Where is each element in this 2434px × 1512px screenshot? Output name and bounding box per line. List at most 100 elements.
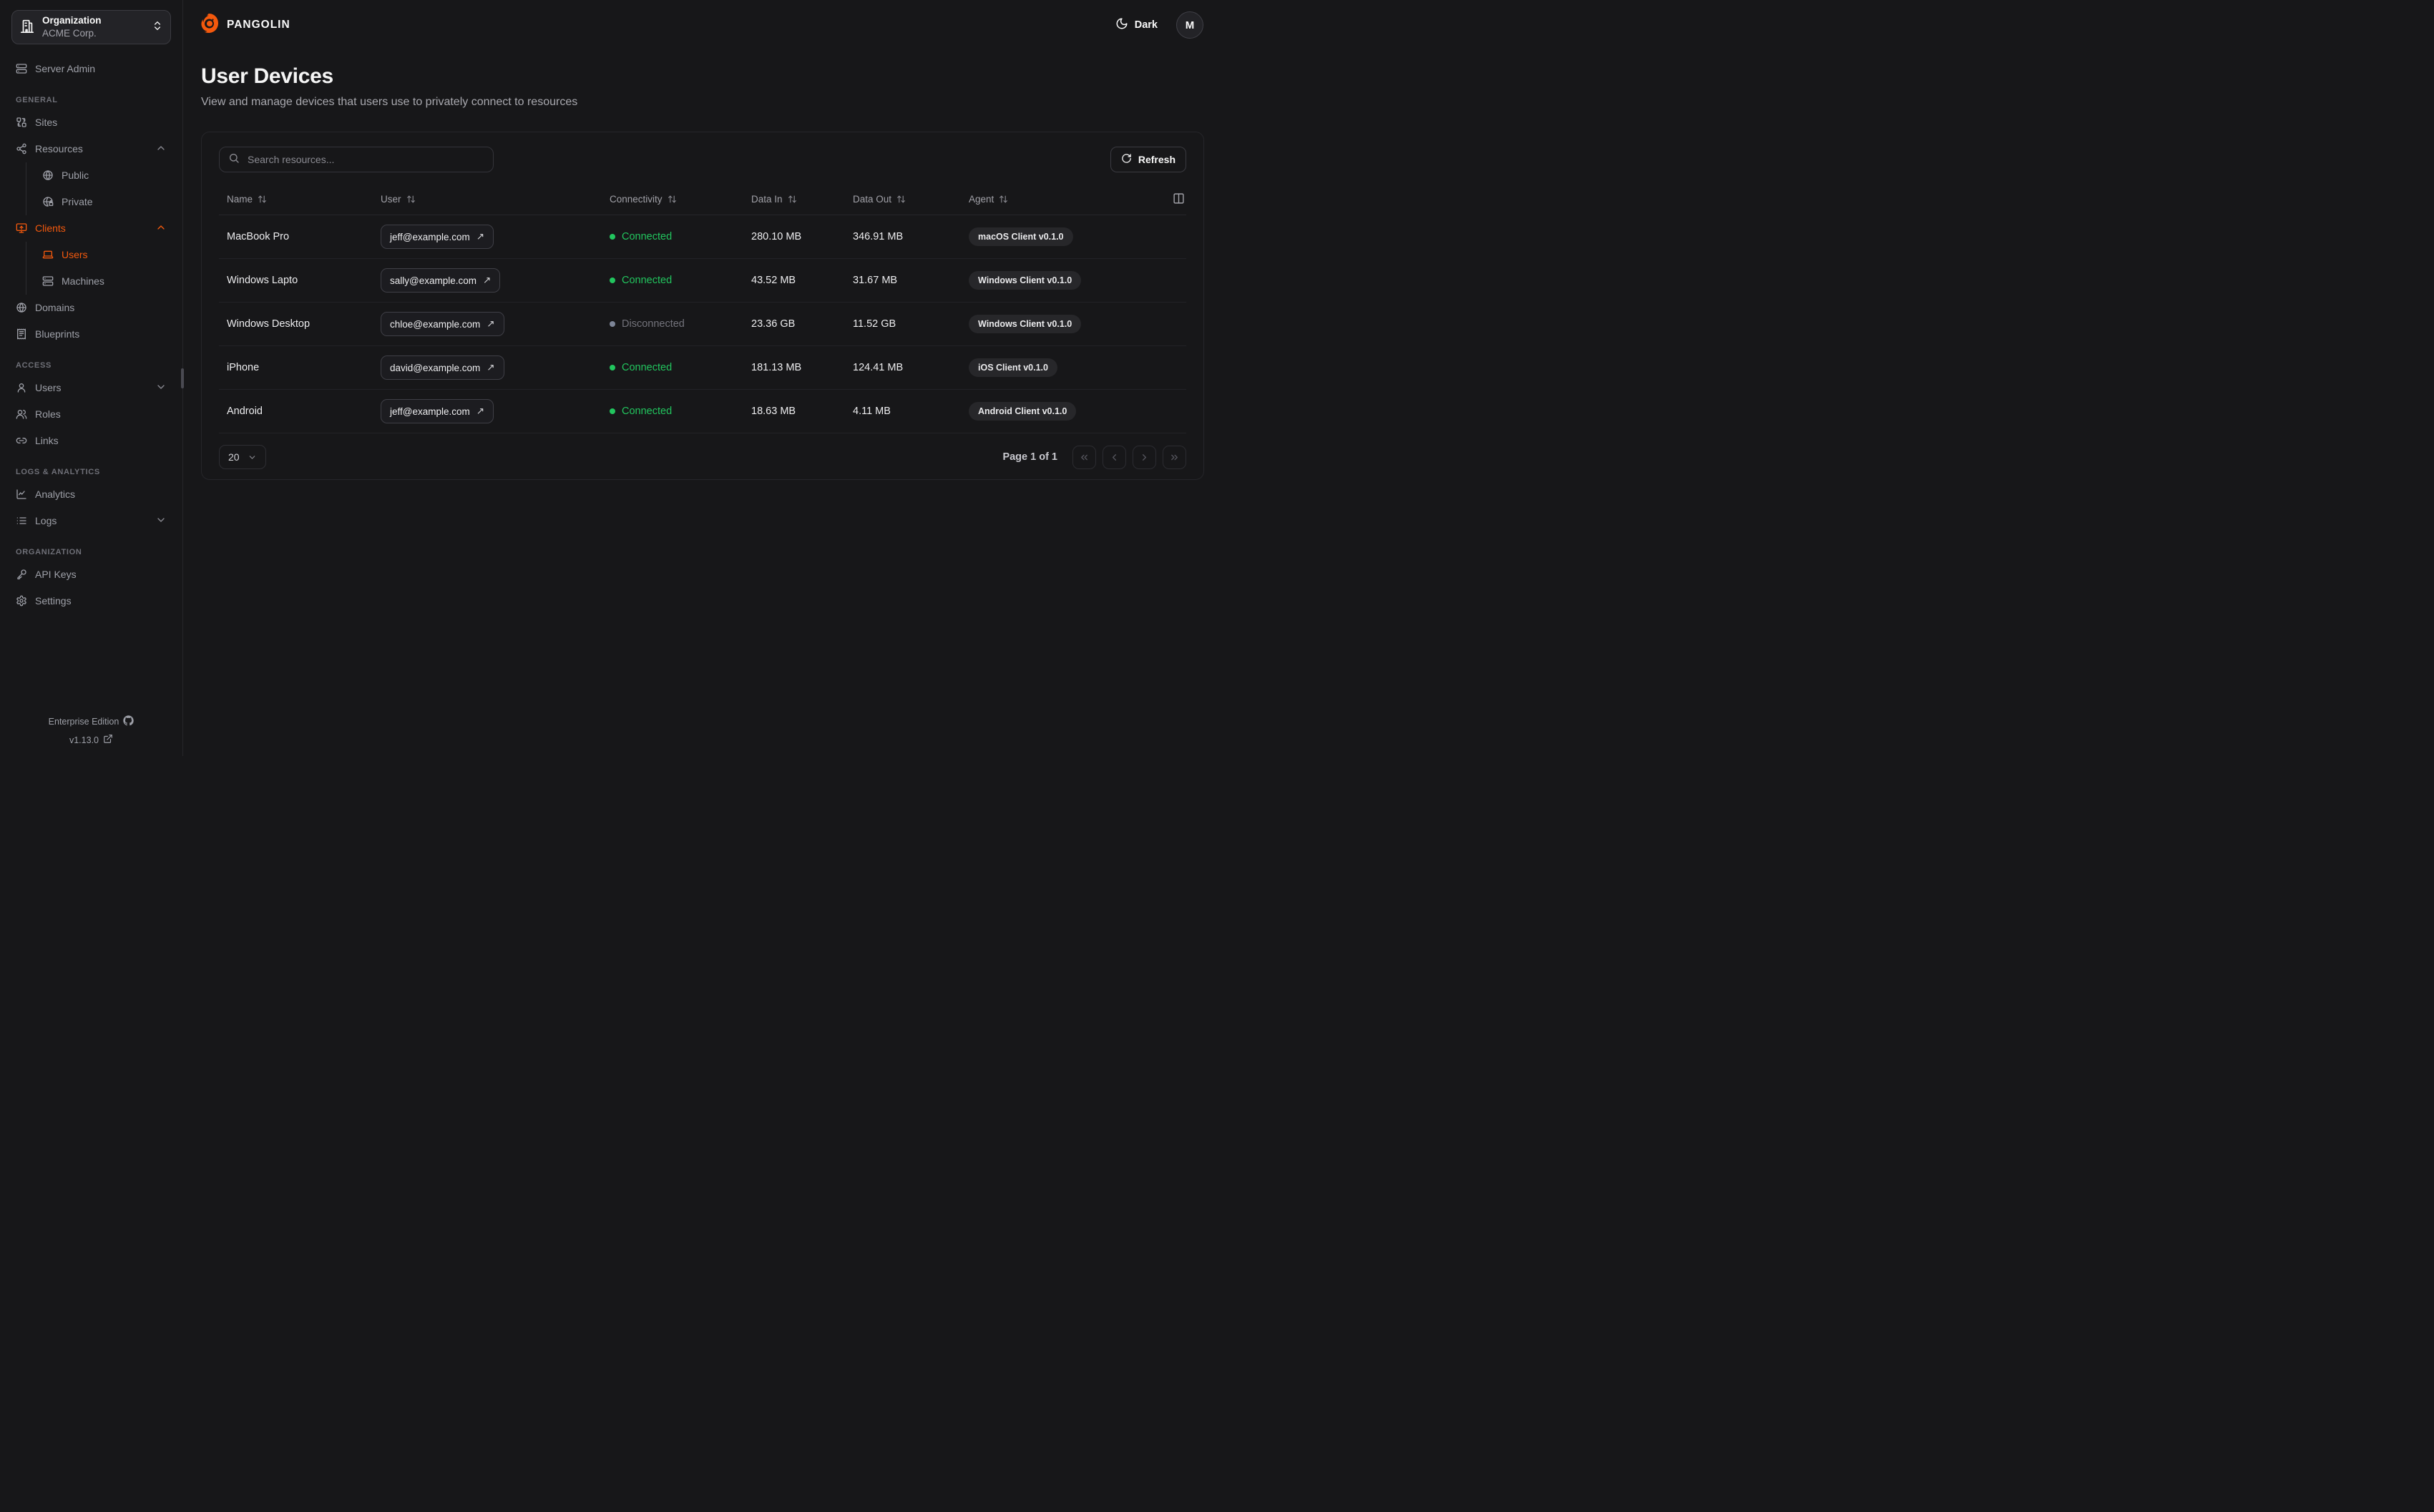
sidebar-item-api-keys[interactable]: API Keys bbox=[11, 561, 171, 587]
connectivity-status: Connected bbox=[610, 362, 751, 373]
table-row: MacBook Pro jeff@example.com ↗ Connected … bbox=[219, 215, 1186, 259]
globe-icon bbox=[16, 303, 26, 313]
column-header-agent[interactable]: Agent bbox=[969, 194, 1165, 205]
sort-icon bbox=[258, 195, 266, 203]
page-info: Page 1 of 1 bbox=[1002, 451, 1057, 463]
table-row: Windows Desktop chloe@example.com ↗ Disco… bbox=[219, 303, 1186, 346]
sidebar-item-settings[interactable]: Settings bbox=[11, 588, 171, 614]
chevron-down-icon bbox=[249, 455, 255, 459]
key-icon bbox=[17, 569, 26, 579]
search-box[interactable] bbox=[219, 147, 494, 172]
refresh-label: Refresh bbox=[1138, 154, 1176, 165]
sidebar-item-label: Public bbox=[62, 170, 89, 181]
sidebar-item-label: Users bbox=[35, 382, 62, 393]
chevrons-right-icon bbox=[1171, 454, 1178, 460]
sort-icon bbox=[406, 195, 415, 203]
sidebar-item-server-admin[interactable]: Server Admin bbox=[11, 56, 171, 82]
sidebar-item-clients[interactable]: Clients bbox=[11, 215, 171, 241]
user-link-button[interactable]: sally@example.com ↗ bbox=[381, 268, 501, 293]
data-out-value: 124.41 MB bbox=[853, 362, 904, 373]
theme-toggle-button[interactable]: Dark bbox=[1111, 16, 1162, 34]
user-link-button[interactable]: jeff@example.com ↗ bbox=[381, 225, 494, 249]
status-dot bbox=[610, 278, 615, 283]
sidebar-nav: Server Admin GENERAL Sites Resources Pub… bbox=[11, 56, 171, 614]
sidebar-item-private[interactable]: Private bbox=[27, 189, 171, 215]
server-icon bbox=[42, 276, 54, 286]
status-dot bbox=[610, 365, 615, 370]
org-label: Organization bbox=[42, 15, 102, 26]
pagination-bar: 20 Page 1 of 1 bbox=[219, 445, 1186, 469]
column-header-data-out[interactable]: Data Out bbox=[853, 194, 969, 205]
sidebar-item-label: Settings bbox=[35, 595, 72, 607]
agent-badge: iOS Client v0.1.0 bbox=[969, 358, 1057, 377]
arrow-up-right-icon: ↗ bbox=[476, 406, 485, 416]
search-input[interactable] bbox=[246, 153, 484, 166]
sidebar-item-domains[interactable]: Domains bbox=[11, 295, 171, 320]
column-header-data-in[interactable]: Data In bbox=[751, 194, 853, 205]
receipt-icon bbox=[17, 328, 26, 340]
agent-badge: macOS Client v0.1.0 bbox=[969, 227, 1073, 246]
sort-icon bbox=[788, 195, 796, 203]
column-header-connectivity[interactable]: Connectivity bbox=[610, 194, 751, 205]
brand-logo-link[interactable]: PANGOLIN bbox=[197, 12, 290, 39]
column-header-name[interactable]: Name bbox=[227, 194, 381, 205]
sidebar-item-label: Sites bbox=[35, 117, 58, 128]
sidebar-item-label: Domains bbox=[35, 302, 75, 313]
user-avatar[interactable]: M bbox=[1176, 11, 1203, 39]
data-in-value: 23.36 GB bbox=[751, 318, 796, 330]
users-icon bbox=[16, 410, 27, 419]
avatar-initial: M bbox=[1185, 19, 1195, 31]
device-name: Windows Lapto bbox=[227, 275, 298, 286]
sidebar-item-roles[interactable]: Roles bbox=[11, 401, 171, 427]
columns-visibility-button[interactable] bbox=[1171, 191, 1186, 208]
sidebar-item-machines[interactable]: Machines bbox=[27, 268, 171, 294]
arrow-up-right-icon: ↗ bbox=[483, 275, 492, 285]
user-link-button[interactable]: david@example.com ↗ bbox=[381, 355, 504, 380]
table-row: Android jeff@example.com ↗ Connected 18.6… bbox=[219, 390, 1186, 433]
sidebar-item-access-users[interactable]: Users bbox=[11, 375, 171, 401]
sidebar-item-blueprints[interactable]: Blueprints bbox=[11, 321, 171, 347]
status-dot bbox=[610, 234, 615, 240]
sidebar-item-logs[interactable]: Logs bbox=[11, 508, 171, 534]
sidebar: Organization ACME Corp. Server Admin GEN… bbox=[0, 0, 183, 756]
status-dot bbox=[610, 408, 615, 414]
user-link-button[interactable]: jeff@example.com ↗ bbox=[381, 399, 494, 423]
org-switcher[interactable]: Organization ACME Corp. bbox=[11, 10, 171, 44]
sidebar-item-client-users[interactable]: Users bbox=[27, 242, 171, 267]
github-icon[interactable] bbox=[123, 715, 135, 728]
gear-icon bbox=[16, 595, 26, 607]
first-page-button[interactable] bbox=[1072, 445, 1096, 469]
sidebar-item-resources[interactable]: Resources bbox=[11, 136, 171, 162]
table-row: iPhone david@example.com ↗ Connected 181.… bbox=[219, 346, 1186, 390]
sidebar-item-sites[interactable]: Sites bbox=[11, 109, 171, 135]
sidebar-item-public[interactable]: Public bbox=[27, 162, 171, 188]
main-area: PANGOLIN Dark M User Devices View and ma… bbox=[183, 0, 1217, 756]
search-icon bbox=[228, 152, 240, 167]
external-link-icon[interactable] bbox=[103, 734, 113, 746]
brand-name: PANGOLIN bbox=[227, 19, 290, 31]
last-page-button[interactable] bbox=[1163, 445, 1186, 469]
prev-page-button[interactable] bbox=[1103, 445, 1126, 469]
sidebar-item-label: Resources bbox=[35, 143, 83, 154]
refresh-icon bbox=[1121, 153, 1132, 166]
sidebar-item-label: Private bbox=[62, 196, 93, 207]
sidebar-item-links[interactable]: Links bbox=[11, 428, 171, 453]
refresh-button[interactable]: Refresh bbox=[1110, 147, 1186, 172]
topbar: PANGOLIN Dark M bbox=[183, 0, 1217, 50]
monitor-up-icon bbox=[16, 223, 27, 233]
page-size-select[interactable]: 20 bbox=[219, 445, 266, 469]
user-link-button[interactable]: chloe@example.com ↗ bbox=[381, 312, 504, 336]
clients-subgroup: Users Machines bbox=[26, 242, 171, 295]
resources-subgroup: Public Private bbox=[26, 162, 171, 215]
page-size-value: 20 bbox=[228, 451, 240, 463]
app-root: Organization ACME Corp. Server Admin GEN… bbox=[0, 0, 1217, 756]
chevron-up-icon bbox=[155, 222, 167, 235]
sidebar-item-analytics[interactable]: Analytics bbox=[11, 481, 171, 507]
page-header: User Devices View and manage devices tha… bbox=[183, 50, 1217, 109]
column-header-user[interactable]: User bbox=[381, 194, 610, 205]
connectivity-status: Disconnected bbox=[610, 318, 751, 330]
next-page-button[interactable] bbox=[1133, 445, 1156, 469]
chevron-down-icon bbox=[155, 514, 167, 528]
arrow-up-right-icon: ↗ bbox=[487, 362, 495, 373]
sidebar-resize-handle[interactable] bbox=[181, 368, 184, 388]
